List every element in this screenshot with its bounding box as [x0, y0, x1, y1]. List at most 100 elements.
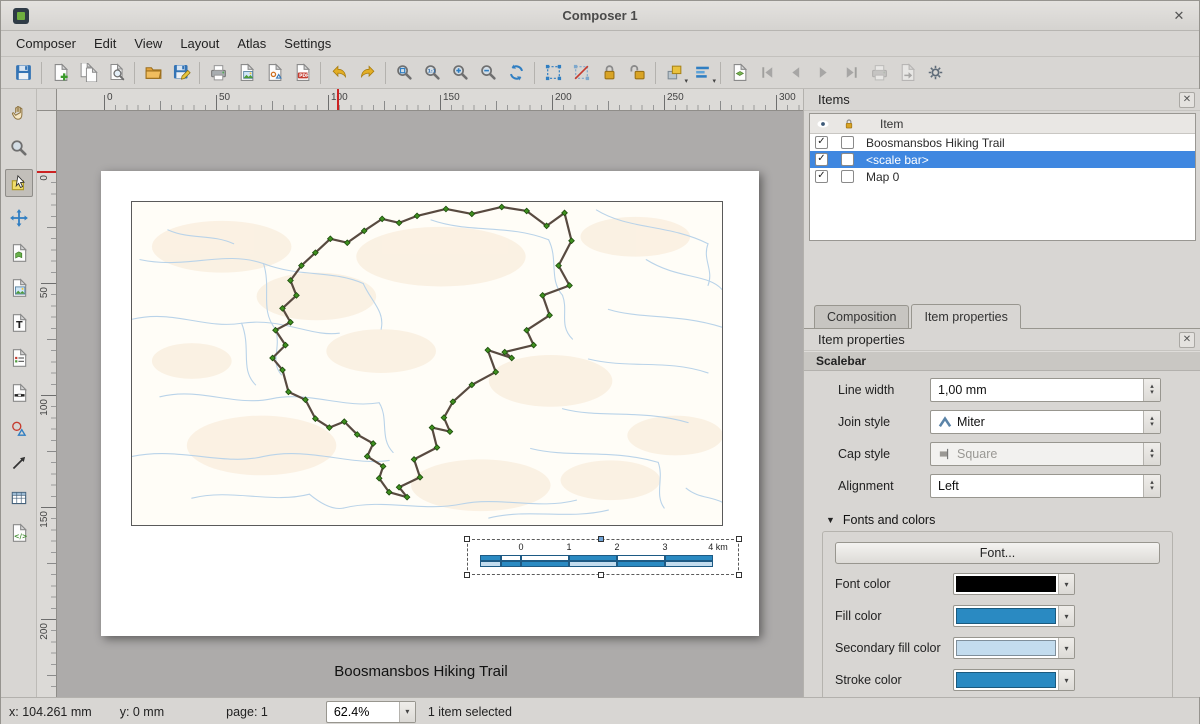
- redo-button[interactable]: [353, 59, 381, 87]
- close-icon[interactable]: ✕: [1179, 92, 1195, 108]
- menu-layout[interactable]: Layout: [171, 33, 228, 54]
- save-template-button[interactable]: [167, 59, 195, 87]
- atlas-next-button[interactable]: [809, 59, 837, 87]
- fill-color-button[interactable]: ▾: [953, 605, 1075, 627]
- add-legend-button[interactable]: [5, 344, 33, 372]
- menu-settings[interactable]: Settings: [275, 33, 340, 54]
- alignment-combo[interactable]: Left ▴▾: [930, 474, 1161, 498]
- print-button[interactable]: [204, 59, 232, 87]
- fonts-colors-section-toggle[interactable]: ▼ Fonts and colors: [826, 513, 1200, 527]
- save-project-button[interactable]: [9, 59, 37, 87]
- duplicate-composition-button[interactable]: [74, 59, 102, 87]
- lock-checkbox[interactable]: [841, 136, 854, 149]
- dropdown-arrow-icon[interactable]: ▾: [1058, 574, 1074, 594]
- ruler-label: 300: [779, 92, 796, 103]
- atlas-settings-button[interactable]: [921, 59, 949, 87]
- pan-tool-button[interactable]: [5, 99, 33, 127]
- add-image-button[interactable]: [5, 274, 33, 302]
- atlas-preview-button[interactable]: [725, 59, 753, 87]
- align-items-button[interactable]: ▾: [688, 59, 716, 87]
- secondary-fill-color-button[interactable]: ▾: [953, 637, 1075, 659]
- scalebar-item[interactable]: 0 1 2 3 4 km: [467, 539, 739, 575]
- item-row-selected[interactable]: ✓ <scale bar>: [810, 151, 1195, 168]
- lock-checkbox[interactable]: [841, 153, 854, 166]
- selection-handle[interactable]: [736, 572, 742, 578]
- export-svg-button[interactable]: [260, 59, 288, 87]
- add-html-button[interactable]: </>: [5, 519, 33, 547]
- refresh-button[interactable]: [502, 59, 530, 87]
- join-style-combo[interactable]: Miter ▴▾: [930, 410, 1161, 434]
- selection-handle[interactable]: [598, 536, 604, 542]
- combo-arrows-icon[interactable]: ▴▾: [1143, 411, 1160, 433]
- selection-handle[interactable]: [736, 536, 742, 542]
- alignment-value: Left: [931, 479, 1143, 493]
- map-item[interactable]: [131, 201, 723, 526]
- load-template-button[interactable]: [139, 59, 167, 87]
- undo-button[interactable]: [325, 59, 353, 87]
- combo-arrows-icon[interactable]: ▴▾: [1143, 475, 1160, 497]
- ungroup-items-button[interactable]: [567, 59, 595, 87]
- menu-view[interactable]: View: [125, 33, 171, 54]
- add-arrow-button[interactable]: [5, 449, 33, 477]
- zoom-out-button[interactable]: [474, 59, 502, 87]
- lock-items-button[interactable]: [595, 59, 623, 87]
- visibility-checkbox[interactable]: ✓: [815, 153, 828, 166]
- zoom-combobox[interactable]: ▾: [326, 701, 416, 723]
- item-row[interactable]: ✓ Boosmansbos Hiking Trail: [810, 134, 1195, 151]
- spinner-arrows-icon[interactable]: ▴▾: [1143, 379, 1160, 401]
- menu-edit[interactable]: Edit: [85, 33, 125, 54]
- zoom-actual-button[interactable]: 1:1: [418, 59, 446, 87]
- new-composition-button[interactable]: [46, 59, 74, 87]
- visibility-checkbox[interactable]: ✓: [815, 170, 828, 183]
- dropdown-arrow-icon[interactable]: ▾: [399, 702, 415, 722]
- dropdown-arrow-icon[interactable]: ▾: [1058, 638, 1074, 658]
- line-width-spinbox[interactable]: 1,00 mm ▴▾: [930, 378, 1161, 402]
- cursor-position-marker: [337, 89, 339, 111]
- composer-page[interactable]: 0 1 2 3 4 km: [101, 171, 759, 636]
- add-attribute-table-button[interactable]: [5, 484, 33, 512]
- composer-manager-button[interactable]: [102, 59, 130, 87]
- export-atlas-button[interactable]: [893, 59, 921, 87]
- item-row[interactable]: ✓ Map 0: [810, 168, 1195, 185]
- atlas-last-button[interactable]: [837, 59, 865, 87]
- zoom-in-button[interactable]: [446, 59, 474, 87]
- cap-style-combo[interactable]: Square ▴▾: [930, 442, 1161, 466]
- selection-handle[interactable]: [464, 536, 470, 542]
- add-scalebar-button[interactable]: [5, 379, 33, 407]
- print-atlas-button[interactable]: [865, 59, 893, 87]
- font-button[interactable]: Font...: [835, 542, 1160, 564]
- unlock-items-button[interactable]: [623, 59, 651, 87]
- add-shape-button[interactable]: [5, 414, 33, 442]
- dropdown-arrow-icon[interactable]: ▾: [1058, 606, 1074, 626]
- raise-items-button[interactable]: ▾: [660, 59, 688, 87]
- add-label-button[interactable]: T: [5, 309, 33, 337]
- zoom-tool-button[interactable]: [5, 134, 33, 162]
- group-items-button[interactable]: [539, 59, 567, 87]
- dropdown-arrow-icon[interactable]: ▾: [1058, 670, 1074, 690]
- visibility-checkbox[interactable]: ✓: [815, 136, 828, 149]
- composer-canvas[interactable]: 0 1 2 3 4 km: [57, 111, 803, 697]
- selection-handle[interactable]: [598, 572, 604, 578]
- title-bar[interactable]: Composer 1 ✕: [1, 1, 1199, 31]
- export-image-button[interactable]: [232, 59, 260, 87]
- page-title-label-item[interactable]: Boosmansbos Hiking Trail: [271, 663, 571, 680]
- window-close-icon[interactable]: ✕: [1169, 6, 1189, 26]
- tab-item-properties[interactable]: Item properties: [911, 304, 1020, 329]
- export-pdf-button[interactable]: PDF: [288, 59, 316, 87]
- menu-composer[interactable]: Composer: [7, 33, 85, 54]
- atlas-first-button[interactable]: [753, 59, 781, 87]
- lock-checkbox[interactable]: [841, 170, 854, 183]
- zoom-full-button[interactable]: [390, 59, 418, 87]
- tab-composition[interactable]: Composition: [814, 305, 909, 328]
- move-content-button[interactable]: [5, 204, 33, 232]
- selection-handle[interactable]: [464, 572, 470, 578]
- combo-arrows-icon[interactable]: ▴▾: [1143, 443, 1160, 465]
- close-icon[interactable]: ✕: [1179, 332, 1195, 348]
- add-map-button[interactable]: [5, 239, 33, 267]
- select-move-item-button[interactable]: [5, 169, 33, 197]
- atlas-previous-button[interactable]: [781, 59, 809, 87]
- stroke-color-button[interactable]: ▾: [953, 669, 1075, 691]
- font-color-button[interactable]: ▾: [953, 573, 1075, 595]
- zoom-input[interactable]: [327, 705, 399, 719]
- menu-atlas[interactable]: Atlas: [228, 33, 275, 54]
